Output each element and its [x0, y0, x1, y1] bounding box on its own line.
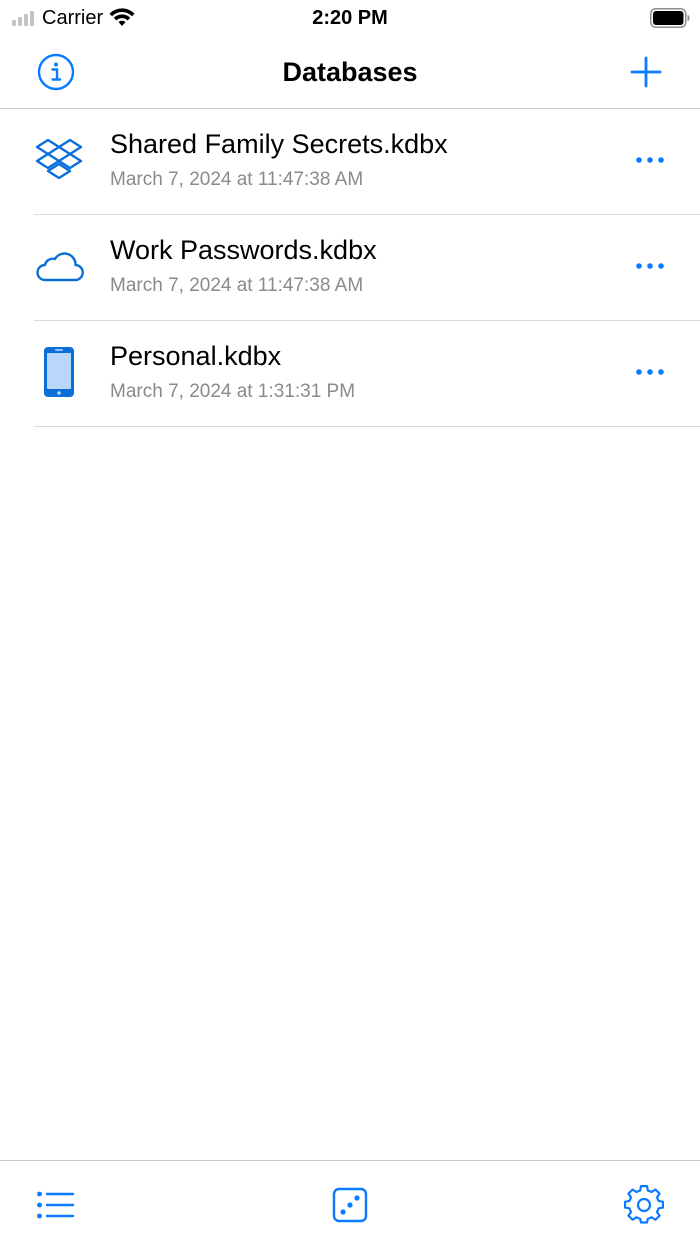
status-bar: Carrier 2:20 PM	[0, 0, 700, 36]
dropbox-icon	[32, 133, 86, 187]
ellipsis-icon	[636, 369, 664, 375]
more-button[interactable]	[630, 354, 670, 390]
page-title: Databases	[282, 57, 418, 87]
list-button[interactable]	[34, 1183, 78, 1227]
iphone-icon	[32, 345, 86, 399]
bottom-toolbar	[0, 1160, 700, 1244]
cloud-icon	[32, 239, 86, 293]
ellipsis-icon	[636, 263, 664, 269]
navigation-bar: Databases	[0, 36, 700, 109]
database-row[interactable]: Shared Family Secrets.kdbx March 7, 2024…	[0, 109, 700, 215]
database-date: March 7, 2024 at 1:31:31 PM	[110, 381, 356, 402]
more-button[interactable]	[630, 248, 670, 284]
list-icon	[37, 1191, 75, 1219]
info-button[interactable]	[36, 52, 76, 92]
info-icon	[37, 53, 75, 91]
more-button[interactable]	[630, 142, 670, 178]
database-date: March 7, 2024 at 11:47:38 AM	[110, 275, 364, 296]
settings-button[interactable]	[622, 1183, 666, 1227]
password-generator-button[interactable]	[328, 1183, 372, 1227]
plus-icon	[630, 56, 662, 88]
database-name: Personal.kdbx	[110, 341, 282, 371]
gear-icon	[624, 1185, 664, 1224]
database-list: Shared Family Secrets.kdbx March 7, 2024…	[0, 109, 700, 427]
dice-icon	[332, 1187, 368, 1223]
database-date: March 7, 2024 at 11:47:38 AM	[110, 169, 364, 190]
battery-icon	[650, 8, 690, 28]
database-name: Shared Family Secrets.kdbx	[110, 129, 448, 159]
add-database-button[interactable]	[626, 52, 666, 92]
database-name: Work Passwords.kdbx	[110, 235, 377, 265]
database-row[interactable]: Work Passwords.kdbx March 7, 2024 at 11:…	[0, 215, 700, 321]
status-time: 2:20 PM	[312, 7, 388, 29]
ellipsis-icon	[636, 157, 664, 163]
database-row[interactable]: Personal.kdbx March 7, 2024 at 1:31:31 P…	[0, 321, 700, 427]
